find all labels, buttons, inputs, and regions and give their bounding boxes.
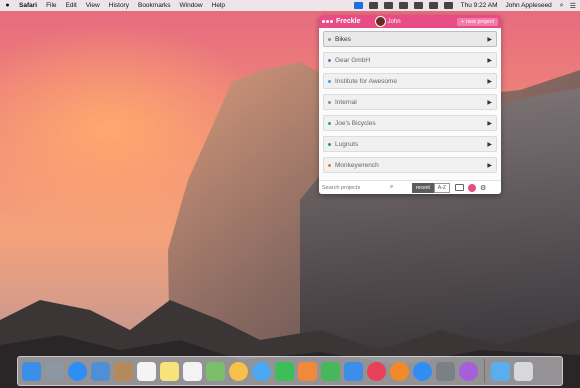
play-icon[interactable]: ▶ — [487, 141, 492, 148]
project-search: ⌕ — [322, 183, 400, 192]
safari-icon[interactable] — [68, 361, 87, 381]
project-color-dot — [328, 121, 331, 125]
freckle-logo: Freckle — [322, 18, 361, 25]
project-row-institute-for-awesome[interactable]: Institute for Awesome ▶ — [323, 73, 497, 89]
project-color-dot — [328, 79, 331, 83]
project-color-dot — [328, 37, 331, 41]
project-list: Bikes ▶ Gear GmbH ▶ Institute for Awesom… — [319, 28, 501, 173]
play-icon[interactable]: ▶ — [487, 36, 492, 43]
sort-az-button[interactable]: A-Z — [433, 182, 450, 193]
project-color-dot — [328, 163, 331, 167]
wifi-icon[interactable] — [413, 2, 423, 9]
gear-icon[interactable]: ⚙ — [480, 184, 486, 192]
project-name: Institute for Awesome — [335, 77, 398, 85]
volume-icon[interactable] — [428, 2, 438, 9]
menubar-clock[interactable]: Thu 9:22 AM — [461, 2, 498, 9]
bluetooth-icon[interactable] — [398, 2, 408, 9]
project-name: Bikes — [335, 35, 351, 43]
play-icon[interactable]: ▶ — [487, 57, 492, 64]
menu-help[interactable]: Help — [212, 2, 225, 9]
menu-app-safari[interactable]: Safari — [19, 2, 37, 9]
timemachine-icon[interactable] — [383, 2, 393, 9]
menubar-user[interactable]: John Appleseed — [506, 2, 552, 9]
reminders-icon[interactable] — [183, 361, 202, 381]
ibooks-icon[interactable] — [390, 361, 409, 381]
menu-file[interactable]: File — [46, 2, 56, 9]
project-row-gear-gmbh[interactable]: Gear GmbH ▶ — [323, 52, 497, 68]
avatar — [374, 16, 386, 27]
project-color-dot — [328, 100, 331, 104]
menubar-status-area: Thu 9:22 AM John Appleseed ⌕ ☰ — [348, 2, 576, 10]
search-icon[interactable]: ⌕ — [390, 184, 393, 191]
freckle-header: Freckle John + new project — [319, 15, 501, 28]
freckle-footer: ⌕ recent A-Z ⚙ — [319, 180, 501, 194]
user-name: John — [387, 18, 401, 25]
project-row-bikes[interactable]: Bikes ▶ — [323, 31, 497, 47]
play-icon[interactable]: ▶ — [487, 162, 492, 169]
dock-separator — [484, 359, 485, 383]
app-store-icon[interactable] — [413, 361, 432, 381]
project-row-internal[interactable]: Internal ▶ — [323, 94, 497, 110]
project-color-dot — [328, 58, 331, 62]
battery-icon[interactable] — [443, 2, 453, 9]
menu-bookmarks[interactable]: Bookmarks — [138, 2, 171, 9]
project-name: Joe's Bicycles — [335, 119, 376, 127]
project-name: Gear GmbH — [335, 56, 371, 64]
airplay-icon[interactable] — [368, 2, 378, 9]
play-icon[interactable]: ▶ — [487, 120, 492, 127]
freckle-logo-text: Freckle — [336, 18, 361, 25]
spotlight-search-icon[interactable]: ⌕ — [560, 2, 564, 10]
user-switcher[interactable]: John — [374, 16, 401, 27]
freckle-logo-icon — [322, 20, 334, 23]
play-icon[interactable]: ▶ — [487, 99, 492, 106]
project-name: Lugnuts — [335, 140, 359, 148]
timesheet-icon[interactable] — [454, 184, 464, 191]
menu-window[interactable]: Window — [180, 2, 203, 9]
freckle-popover: Freckle John + new project Bikes ▶ Gear … — [319, 15, 501, 194]
notification-center-icon[interactable]: ☰ — [570, 2, 576, 10]
apple-menu-icon[interactable]: ● — [4, 2, 11, 9]
messages-icon[interactable] — [252, 361, 271, 381]
menu-bar: ● Safari File Edit View History Bookmark… — [0, 0, 580, 11]
downloads-folder-icon[interactable] — [491, 361, 510, 381]
project-row-monkeywrench[interactable]: Monkeywrench ▶ — [323, 157, 497, 173]
itunes-icon[interactable] — [367, 361, 386, 381]
sort-recent-button[interactable]: recent — [412, 182, 434, 193]
menu-view[interactable]: View — [86, 2, 100, 9]
freckle-icon[interactable] — [459, 361, 478, 381]
search-projects-input[interactable] — [322, 184, 390, 191]
photos-icon[interactable] — [229, 361, 248, 381]
trash-icon[interactable] — [514, 361, 533, 381]
system-preferences-icon[interactable] — [436, 361, 455, 381]
menu-edit[interactable]: Edit — [66, 2, 77, 9]
project-name: Internal — [335, 98, 357, 106]
contacts-icon[interactable] — [114, 361, 133, 381]
project-row-lugnuts[interactable]: Lugnuts ▶ — [323, 136, 497, 152]
project-row-joes-bicycles[interactable]: Joe's Bicycles ▶ — [323, 115, 497, 131]
sort-toggle: recent A-Z — [412, 182, 450, 193]
calendar-icon[interactable] — [137, 361, 156, 381]
timer-icon[interactable] — [467, 183, 476, 192]
freckle-menubar-icon[interactable] — [353, 2, 363, 9]
launchpad-icon[interactable] — [45, 361, 64, 381]
maps-icon[interactable] — [206, 361, 225, 381]
notes-icon[interactable] — [160, 361, 179, 381]
new-project-button[interactable]: + new project — [457, 17, 498, 26]
finder-icon[interactable] — [22, 361, 41, 381]
numbers-icon[interactable] — [321, 361, 340, 381]
project-color-dot — [328, 142, 331, 146]
play-icon[interactable]: ▶ — [487, 78, 492, 85]
project-name: Monkeywrench — [335, 161, 379, 169]
dock — [17, 356, 563, 386]
menu-history[interactable]: History — [109, 2, 129, 9]
facetime-icon[interactable] — [275, 361, 294, 381]
pages-icon[interactable] — [298, 361, 317, 381]
mail-icon[interactable] — [91, 361, 110, 381]
keynote-icon[interactable] — [344, 361, 363, 381]
